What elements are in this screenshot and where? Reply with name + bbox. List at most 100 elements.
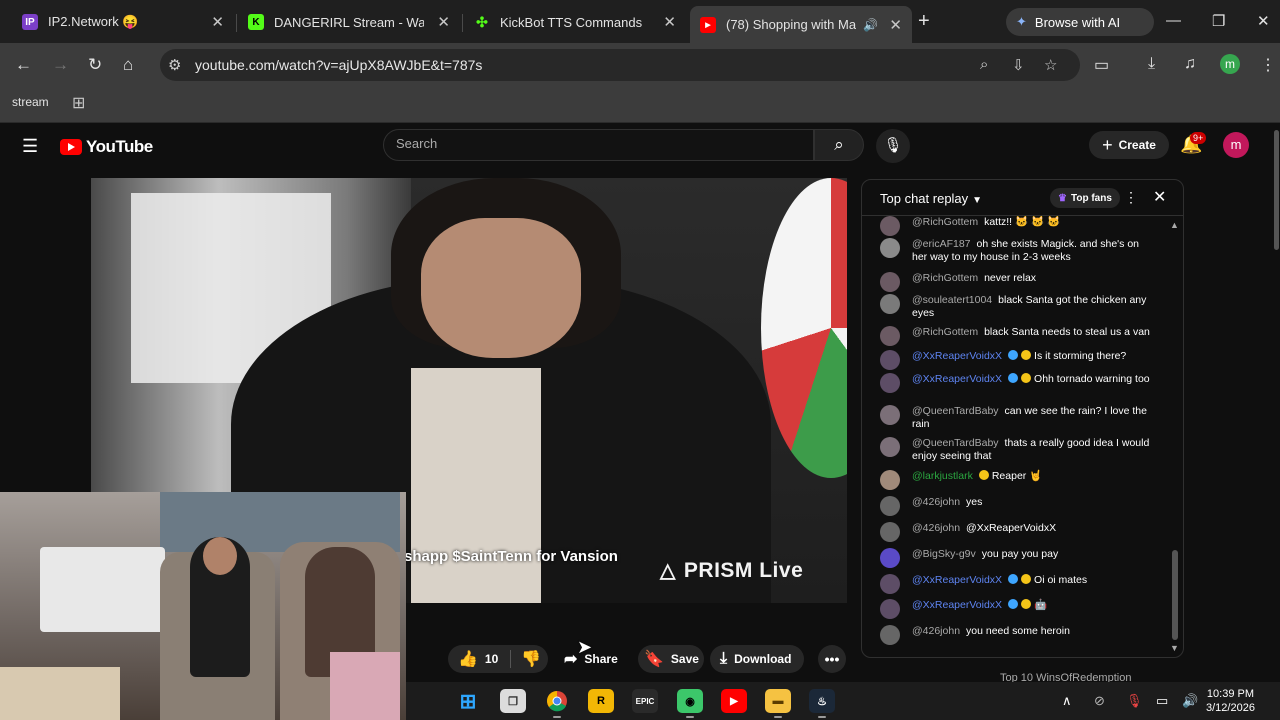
chat-avatar[interactable]: [880, 625, 900, 645]
microphone-tray-icon[interactable]: 🎙: [1126, 693, 1143, 709]
browser-profile-avatar[interactable]: m: [1220, 54, 1240, 74]
chat-message[interactable]: @RichGottem kattz!! 🐱 🐱 🐱: [880, 216, 1155, 236]
close-tab-icon[interactable]: ✕: [663, 13, 676, 31]
chat-message[interactable]: @larkjustlark Reaper 🤘: [880, 470, 1155, 490]
page-scrollbar[interactable]: [1274, 130, 1279, 250]
scroll-up-icon[interactable]: ▲: [1170, 220, 1179, 230]
address-bar[interactable]: ⚙ youtube.com/watch?v=ajUpX8AWJbE&t=787s…: [160, 49, 1080, 81]
chat-mode-dropdown[interactable]: Top chat replay ▼: [880, 191, 982, 206]
chat-message[interactable]: @RichGottem never relax: [880, 272, 1155, 292]
chat-message[interactable]: @XxReaperVoidxX Oi oi mates: [880, 574, 1155, 594]
chat-message[interactable]: @QueenTardBaby thats a really good idea I…: [880, 437, 1155, 463]
chat-message[interactable]: @426john you need some heroin: [880, 625, 1155, 645]
chat-avatar[interactable]: [880, 522, 900, 542]
create-button[interactable]: + Create: [1089, 131, 1169, 159]
chrome-icon[interactable]: [544, 689, 570, 713]
chat-author[interactable]: @426john: [912, 625, 960, 637]
hamburger-menu-icon[interactable]: ☰: [22, 136, 38, 157]
chat-avatar[interactable]: [880, 272, 900, 292]
tab-ip2-network[interactable]: IP IP2.Network 😝 ✕: [12, 6, 234, 38]
chat-avatar[interactable]: [880, 294, 900, 314]
cast-icon[interactable]: ▭: [1094, 55, 1109, 75]
chat-author[interactable]: @XxReaperVoidxX: [912, 350, 1002, 362]
account-avatar[interactable]: m: [1223, 132, 1249, 158]
volume-icon[interactable]: 🔊: [1182, 693, 1198, 709]
close-tab-icon[interactable]: ✕: [889, 16, 902, 34]
chat-avatar[interactable]: [880, 574, 900, 594]
youtube-logo[interactable]: YouTube: [60, 137, 153, 157]
chat-author[interactable]: @ericAF187: [912, 238, 971, 250]
chat-author[interactable]: @XxReaperVoidxX: [912, 599, 1002, 611]
chat-avatar[interactable]: [880, 238, 900, 258]
tray-overflow-icon[interactable]: ∧: [1062, 693, 1072, 709]
chat-author[interactable]: @RichGottem: [912, 272, 978, 284]
system-clock[interactable]: 10:39 PM 3/12/2026: [1206, 687, 1255, 715]
bookmark-stream[interactable]: stream: [12, 95, 49, 109]
chat-avatar[interactable]: [880, 437, 900, 457]
new-tab-button[interactable]: +: [918, 10, 930, 33]
save-button[interactable]: 🔖 Save: [638, 645, 704, 673]
chat-author[interactable]: @BigSky-g9v: [912, 548, 976, 560]
chat-author[interactable]: @426john: [912, 496, 960, 508]
close-tab-icon[interactable]: ✕: [437, 13, 450, 31]
download-button[interactable]: ⤓ Download: [710, 645, 804, 673]
chat-message[interactable]: @QueenTardBaby can we see the rain? I lov…: [880, 405, 1155, 431]
chat-avatar[interactable]: [880, 599, 900, 619]
steam-icon[interactable]: ♨: [809, 689, 835, 713]
more-actions-button[interactable]: •••: [818, 645, 846, 673]
share-button[interactable]: ➦ Share: [558, 645, 628, 673]
chat-author[interactable]: @souleatert1004: [912, 294, 992, 306]
chat-message[interactable]: @XxReaperVoidxX Ohh tornado warning too: [880, 373, 1155, 393]
like-count[interactable]: 10: [485, 652, 498, 666]
chat-message[interactable]: @ericAF187 oh she exists Magick. and she'…: [880, 238, 1155, 264]
task-view-icon[interactable]: ❐: [500, 689, 526, 713]
chat-close-icon[interactable]: ✕: [1153, 187, 1166, 207]
url-text[interactable]: youtube.com/watch?v=ajUpX8AWJbE&t=787s: [195, 57, 482, 73]
browser-menu-icon[interactable]: ⋮: [1260, 55, 1276, 75]
downloads-icon[interactable]: ⤓: [1148, 55, 1155, 73]
tab-dangerirl-stream[interactable]: K DANGERIRL Stream - Watch Li ✕: [238, 6, 460, 38]
chat-avatar[interactable]: [880, 326, 900, 346]
site-info-icon[interactable]: ⚙: [168, 56, 181, 74]
chat-author[interactable]: @426john: [912, 522, 960, 534]
speaker-icon[interactable]: 🔊: [863, 18, 878, 32]
install-app-icon[interactable]: ⇩: [1012, 56, 1025, 74]
window-close-icon[interactable]: ✕: [1257, 12, 1270, 30]
chat-avatar[interactable]: [880, 373, 900, 393]
chat-author[interactable]: @RichGottem: [912, 216, 978, 228]
vpn-off-icon[interactable]: ⊘: [1094, 693, 1105, 709]
search-button[interactable]: ⌕: [814, 129, 864, 161]
chat-message[interactable]: @XxReaperVoidxX 🤖: [880, 599, 1155, 619]
close-tab-icon[interactable]: ✕: [211, 13, 224, 31]
zoom-icon[interactable]: ⌕: [980, 56, 988, 73]
youtube-app-icon[interactable]: ▶: [721, 689, 747, 713]
forward-arrow-icon[interactable]: →: [52, 55, 69, 75]
apps-grid-icon[interactable]: ⊞: [72, 93, 85, 113]
chat-menu-icon[interactable]: ⋮: [1124, 189, 1138, 206]
chat-scrollbar[interactable]: [1172, 550, 1178, 640]
chat-message[interactable]: @BigSky-g9v you pay you pay: [880, 548, 1155, 568]
scroll-down-icon[interactable]: ▼: [1170, 643, 1179, 653]
chat-message[interactable]: @XxReaperVoidxX Is it storming there?: [880, 350, 1155, 370]
reload-icon[interactable]: ↻: [88, 55, 102, 75]
bookmark-star-icon[interactable]: ☆: [1044, 56, 1057, 74]
restore-icon[interactable]: ❐: [1212, 12, 1225, 30]
network-icon[interactable]: ▭: [1156, 693, 1168, 709]
chat-message[interactable]: @426john yes: [880, 496, 1155, 516]
chat-author[interactable]: @QueenTardBaby: [912, 437, 999, 449]
chat-author[interactable]: @XxReaperVoidxX: [912, 574, 1002, 586]
chat-author[interactable]: @XxReaperVoidxX: [912, 373, 1002, 385]
chat-author[interactable]: @RichGottem: [912, 326, 978, 338]
chat-avatar[interactable]: [880, 405, 900, 425]
search-box[interactable]: [383, 129, 814, 161]
chat-author[interactable]: @larkjustlark: [912, 470, 973, 482]
chat-message[interactable]: @426john @XxReaperVoidxX: [880, 522, 1155, 542]
tab-kickbot-tts[interactable]: ✣ KickBot TTS Commands ✕: [464, 6, 686, 38]
browse-with-ai-button[interactable]: ✦ Browse with AI: [1006, 8, 1154, 36]
top-fans-button[interactable]: ♛ Top fans: [1050, 188, 1120, 208]
thumbs-down-icon[interactable]: 👎: [521, 649, 541, 669]
rockstar-launcher-icon[interactable]: R: [588, 689, 614, 713]
streamlabs-icon[interactable]: ◉: [677, 689, 703, 713]
chat-message-list[interactable]: @RichGottem kattz!! 🐱 🐱 🐱 @ericAF187 oh she…: [862, 216, 1172, 656]
chat-avatar[interactable]: [880, 350, 900, 370]
